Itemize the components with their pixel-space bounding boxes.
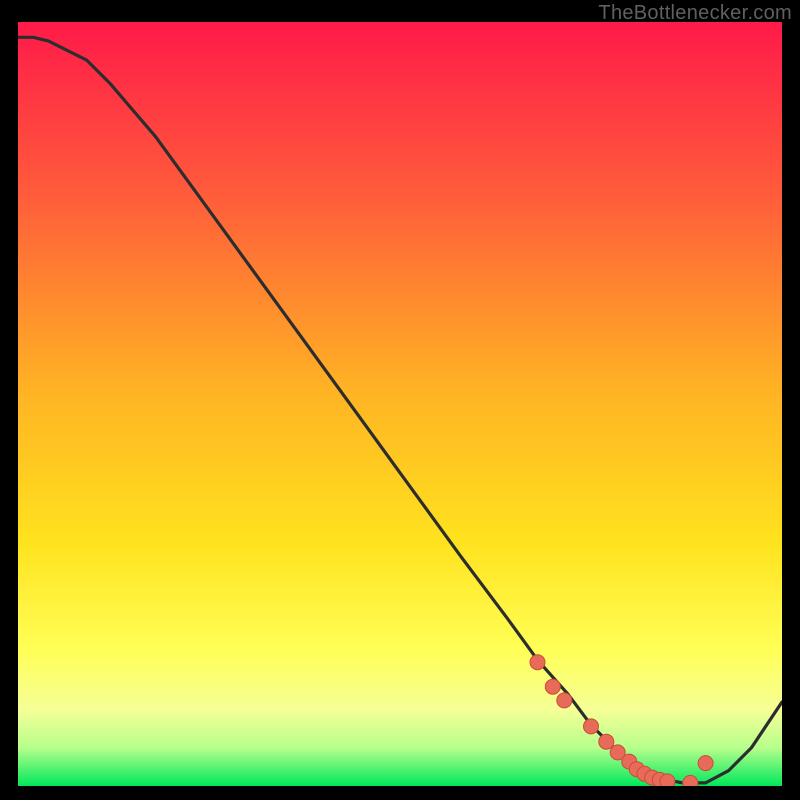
bottleneck-chart <box>18 22 782 786</box>
highlight-marker <box>557 693 572 708</box>
heatmap-background <box>18 22 782 786</box>
highlight-marker <box>599 734 614 749</box>
attribution-text: TheBottlenecker.com <box>598 2 792 25</box>
highlight-marker <box>545 679 560 694</box>
highlight-marker <box>584 719 599 734</box>
chart-stage: TheBottlenecker.com <box>0 0 800 800</box>
highlight-marker <box>660 774 675 786</box>
highlight-marker <box>698 756 713 771</box>
highlight-marker <box>683 775 698 786</box>
highlight-marker <box>530 655 545 670</box>
